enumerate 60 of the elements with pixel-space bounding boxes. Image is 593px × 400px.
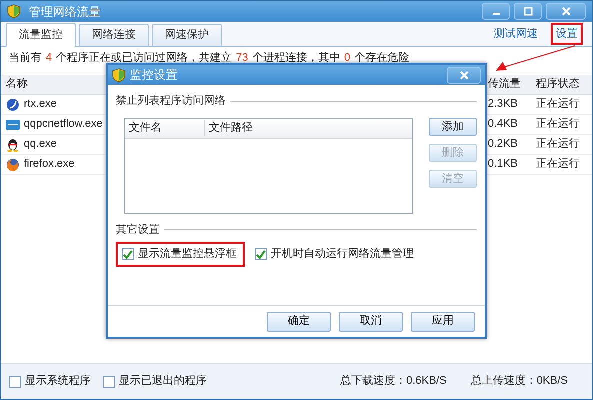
link[interactable]: 测试网速: [489, 22, 543, 46]
dialog-button[interactable]: 确定: [267, 312, 331, 332]
checkbox[interactable]: [103, 376, 115, 388]
penguin-icon: [6, 138, 20, 152]
app-shield-icon: [112, 68, 126, 82]
column-header: 名称: [5, 77, 29, 92]
app-shield-icon: [7, 4, 21, 19]
column-header: 传流量: [488, 76, 522, 92]
checkbox-label: 显示系统程序: [25, 374, 91, 390]
dialog-button[interactable]: 应用: [411, 312, 475, 332]
checkbox-label: 显示已退出的程序: [119, 374, 207, 390]
close-icon: [562, 7, 570, 16]
list-button[interactable]: 添加: [429, 118, 477, 136]
column-header: 程序状态: [535, 76, 581, 92]
tab[interactable]: 网速保护: [152, 24, 222, 46]
dialog-title: 监控设置: [130, 67, 178, 84]
group-label: 禁止列表程序访问网络: [116, 94, 226, 109]
checkbox-label: 开机时自动运行网络流量管理: [271, 246, 414, 262]
summary-text: 个存在危险: [354, 50, 410, 66]
program-name: qqpcnetflow.exe: [24, 117, 103, 132]
close-button[interactable]: [546, 3, 586, 20]
upload-speed: 总上传速度：0KB/S: [470, 374, 568, 390]
summary-text: 当前有: [9, 50, 42, 66]
dialog-button[interactable]: 取消: [339, 312, 403, 332]
tab[interactable]: 网络连接: [79, 24, 149, 46]
window-title: 管理网络流量: [29, 4, 101, 20]
link[interactable]: 设置: [551, 22, 583, 46]
program-name: qq.exe: [24, 137, 58, 152]
count: 4: [46, 50, 52, 66]
maximize-button[interactable]: [514, 3, 542, 20]
table-cell-text: 0.4KB: [488, 117, 519, 132]
table-cell-text: 正在运行: [535, 137, 581, 152]
count: 0: [344, 50, 350, 66]
summary-text: 个进程连接，其中: [252, 50, 340, 66]
summary-text: 个程序正在或已访问过网络，共建立: [56, 50, 232, 66]
program-name: firefox.exe: [24, 157, 75, 172]
column-header: 文件名: [125, 120, 205, 136]
checkbox[interactable]: [9, 376, 21, 388]
group-label: 其它设置: [116, 222, 160, 238]
program-name: rtx.exe: [24, 97, 58, 112]
checkbox[interactable]: [255, 248, 267, 260]
table-cell-text: 0.2KB: [488, 137, 519, 152]
table-cell-text: 正在运行: [535, 97, 581, 112]
column-header: 文件路径: [208, 120, 253, 136]
monitor-icon: [6, 118, 20, 132]
fox-icon: [6, 158, 20, 172]
table-cell-text: 正在运行: [535, 117, 581, 132]
table-cell-text: 正在运行: [535, 157, 581, 172]
count: 73: [236, 50, 248, 66]
globe-icon: [6, 98, 20, 112]
maximize-icon: [524, 7, 532, 16]
close-button[interactable]: [447, 66, 481, 84]
table-cell-text: 2.3KB: [488, 97, 519, 112]
download-speed: 总下载速度：0.6KB/S: [340, 374, 447, 390]
tab[interactable]: 流量监控: [6, 23, 76, 47]
minimize-button[interactable]: [482, 3, 510, 20]
close-icon: [460, 70, 468, 80]
table-cell-text: 0.1KB: [488, 157, 519, 172]
checkbox-label: 显示流量监控悬浮框: [138, 246, 237, 262]
checkbox[interactable]: [122, 248, 134, 260]
